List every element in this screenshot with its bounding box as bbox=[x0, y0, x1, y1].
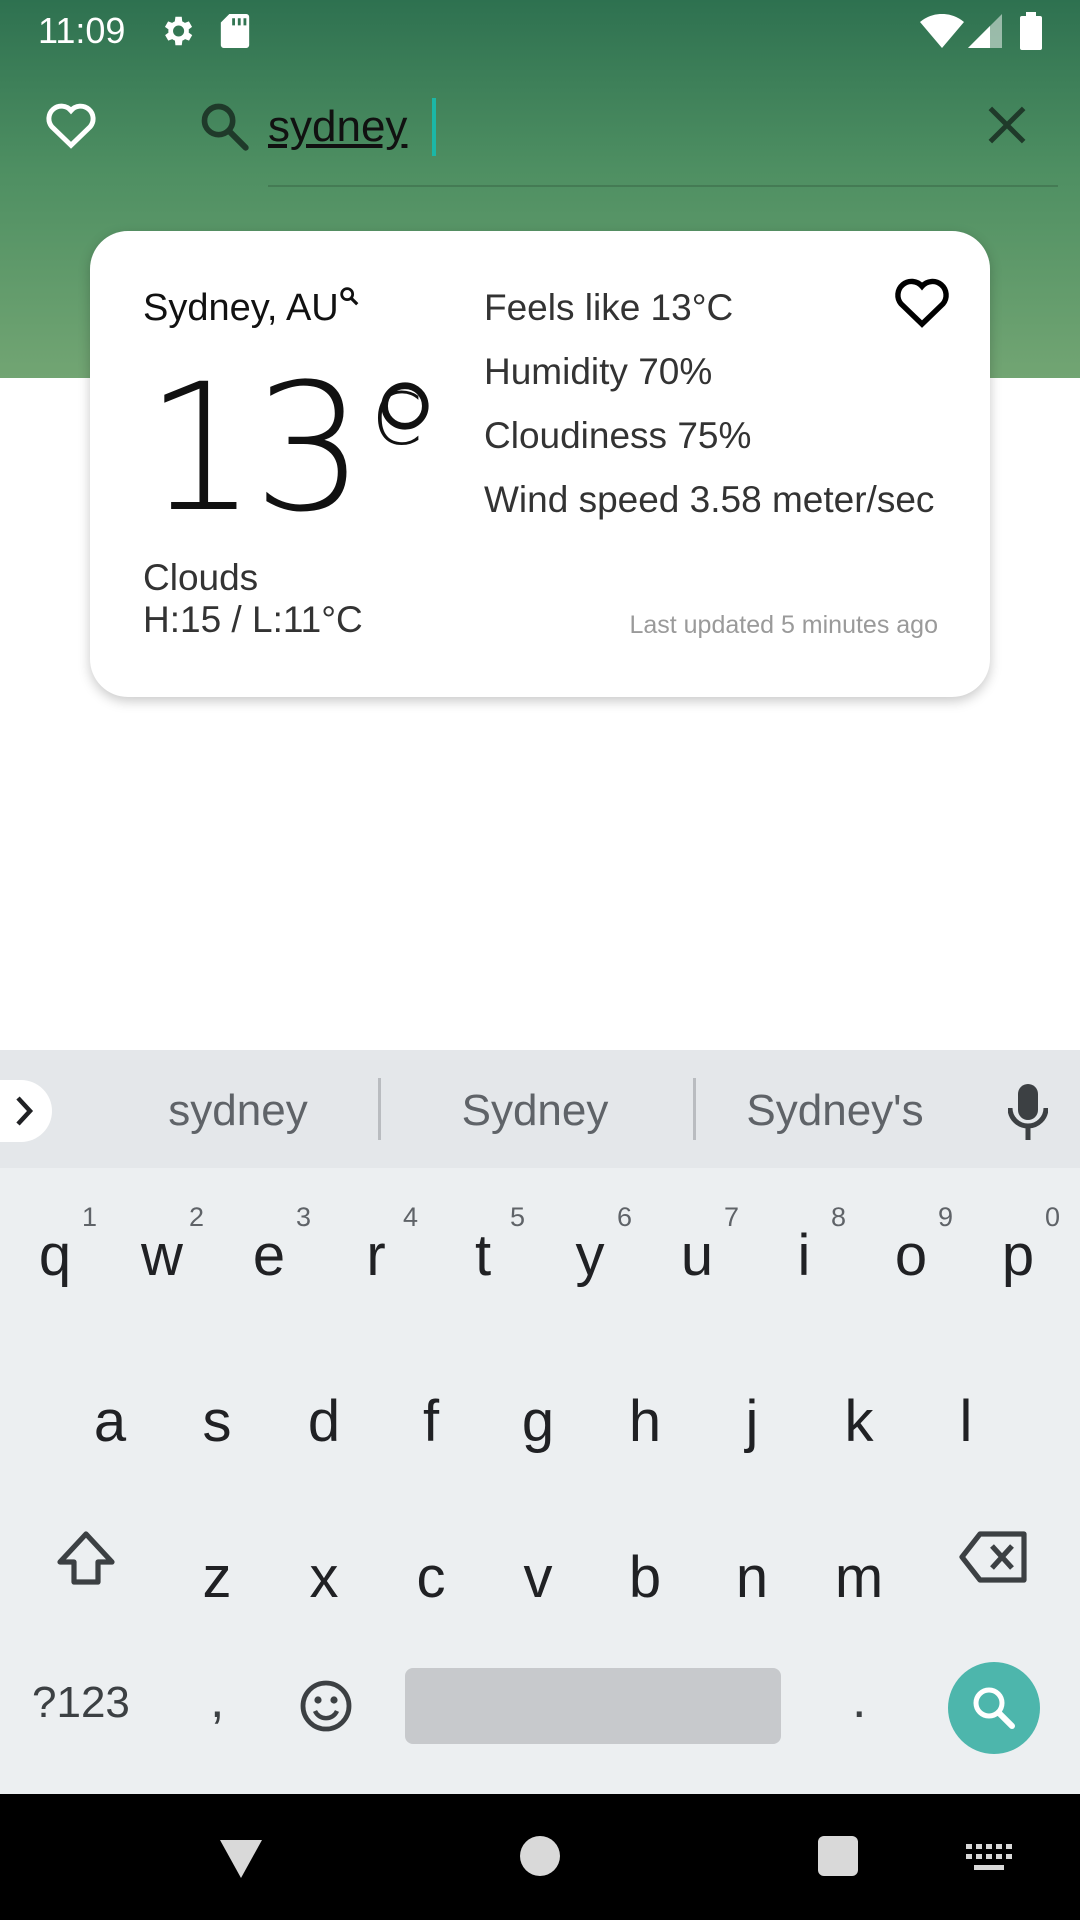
key-v[interactable]: v bbox=[488, 1544, 588, 1611]
search-icon bbox=[340, 287, 359, 306]
key-u[interactable]: u7 bbox=[652, 1200, 752, 1310]
keyboard-switch-icon[interactable] bbox=[966, 1844, 1012, 1872]
suggestion-3[interactable]: Sydney's bbox=[715, 1086, 955, 1136]
last-updated: Last updated 5 minutes ago bbox=[629, 611, 938, 639]
key-n[interactable]: n bbox=[702, 1544, 802, 1611]
key-f[interactable]: f bbox=[381, 1388, 481, 1455]
backspace-key[interactable] bbox=[958, 1530, 1030, 1584]
battery-icon bbox=[1020, 12, 1042, 50]
settings-gear-icon bbox=[164, 16, 193, 46]
humidity: Humidity 70% bbox=[484, 351, 713, 392]
key-e[interactable]: e3 bbox=[224, 1200, 324, 1310]
key-c[interactable]: c bbox=[381, 1544, 481, 1611]
navigation-bar bbox=[0, 1794, 1080, 1920]
key-hint: 0 bbox=[1045, 1202, 1061, 1232]
sd-card-icon bbox=[220, 14, 250, 48]
weather-description: Clouds bbox=[143, 557, 259, 598]
cloudiness: Cloudiness 75% bbox=[484, 415, 752, 456]
status-bar: 11:09 bbox=[0, 0, 1080, 62]
wind-speed: Wind speed 3.58 meter/sec bbox=[484, 479, 935, 520]
high-low: H:15 / L:11°C bbox=[143, 599, 363, 640]
key-hint: 3 bbox=[296, 1202, 312, 1232]
search-underline bbox=[268, 185, 1058, 187]
temperature-unit: C bbox=[372, 377, 423, 461]
key-q[interactable]: q1 bbox=[10, 1200, 110, 1310]
suggestion-divider bbox=[378, 1078, 381, 1140]
add-favorite-heart-icon[interactable] bbox=[892, 275, 952, 329]
city-name: Sydney, AU bbox=[143, 287, 339, 329]
recents-button[interactable] bbox=[818, 1836, 858, 1876]
key-o[interactable]: o9 bbox=[866, 1200, 966, 1310]
key-t[interactable]: t5 bbox=[438, 1200, 538, 1310]
key-hint: 1 bbox=[82, 1202, 98, 1232]
key-h[interactable]: h bbox=[595, 1388, 695, 1455]
shift-key[interactable] bbox=[54, 1528, 118, 1588]
key-y[interactable]: y6 bbox=[545, 1200, 645, 1310]
soft-keyboard: sydney Sydney Sydney's q1w2e3r4t5y6u7i8o… bbox=[0, 1050, 1080, 1794]
search-icon bbox=[973, 1687, 1015, 1729]
period-key[interactable]: . bbox=[852, 1670, 866, 1730]
key-b[interactable]: b bbox=[595, 1544, 695, 1611]
favorites-heart-icon[interactable] bbox=[44, 100, 98, 150]
key-k[interactable]: k bbox=[809, 1388, 909, 1455]
key-hint: 4 bbox=[403, 1202, 419, 1232]
comma-key[interactable]: , bbox=[210, 1670, 224, 1730]
suggestion-bar: sydney Sydney Sydney's bbox=[0, 1050, 1080, 1168]
emoji-key[interactable] bbox=[298, 1678, 354, 1734]
feels-like: Feels like 13°C bbox=[484, 287, 734, 328]
search-input[interactable] bbox=[268, 92, 968, 162]
home-button[interactable] bbox=[520, 1836, 560, 1876]
suggestion-1[interactable]: sydney bbox=[118, 1086, 358, 1136]
key-z[interactable]: z bbox=[167, 1544, 267, 1611]
key-hint: 2 bbox=[189, 1202, 205, 1232]
status-time: 11:09 bbox=[38, 10, 126, 51]
key-hint: 7 bbox=[724, 1202, 740, 1232]
suggestion-divider bbox=[693, 1078, 696, 1140]
key-w[interactable]: w2 bbox=[117, 1200, 217, 1310]
key-x[interactable]: x bbox=[274, 1544, 374, 1611]
key-p[interactable]: p0 bbox=[973, 1200, 1073, 1310]
search-icon bbox=[201, 103, 249, 151]
microphone-icon[interactable] bbox=[1008, 1084, 1048, 1140]
space-key[interactable] bbox=[405, 1668, 781, 1744]
chevron-right-icon bbox=[16, 1096, 34, 1126]
wifi-icon bbox=[920, 14, 964, 48]
key-i[interactable]: i8 bbox=[759, 1200, 859, 1310]
key-d[interactable]: d bbox=[274, 1388, 374, 1455]
key-g[interactable]: g bbox=[488, 1388, 588, 1455]
back-button[interactable] bbox=[218, 1838, 264, 1880]
key-s[interactable]: s bbox=[167, 1388, 267, 1455]
key-hint: 6 bbox=[617, 1202, 633, 1232]
expand-toolbar-button[interactable] bbox=[0, 1080, 52, 1142]
keyboard-search-key[interactable] bbox=[948, 1662, 1040, 1754]
signal-icon bbox=[968, 14, 1002, 48]
key-m[interactable]: m bbox=[809, 1544, 909, 1611]
key-a[interactable]: a bbox=[60, 1388, 160, 1455]
suggestion-2[interactable]: Sydney bbox=[415, 1086, 655, 1136]
weather-card[interactable]: Sydney, AU 13° C Clouds H:15 / L:11°C Fe… bbox=[90, 231, 990, 697]
key-r[interactable]: r4 bbox=[331, 1200, 431, 1310]
key-l[interactable]: l bbox=[916, 1388, 1016, 1455]
key-hint: 5 bbox=[510, 1202, 526, 1232]
symbols-key[interactable]: ?123 bbox=[32, 1678, 130, 1728]
text-cursor bbox=[432, 98, 436, 156]
key-j[interactable]: j bbox=[702, 1388, 802, 1455]
clear-search-button[interactable] bbox=[982, 100, 1032, 150]
key-hint: 8 bbox=[831, 1202, 847, 1232]
key-hint: 9 bbox=[938, 1202, 954, 1232]
